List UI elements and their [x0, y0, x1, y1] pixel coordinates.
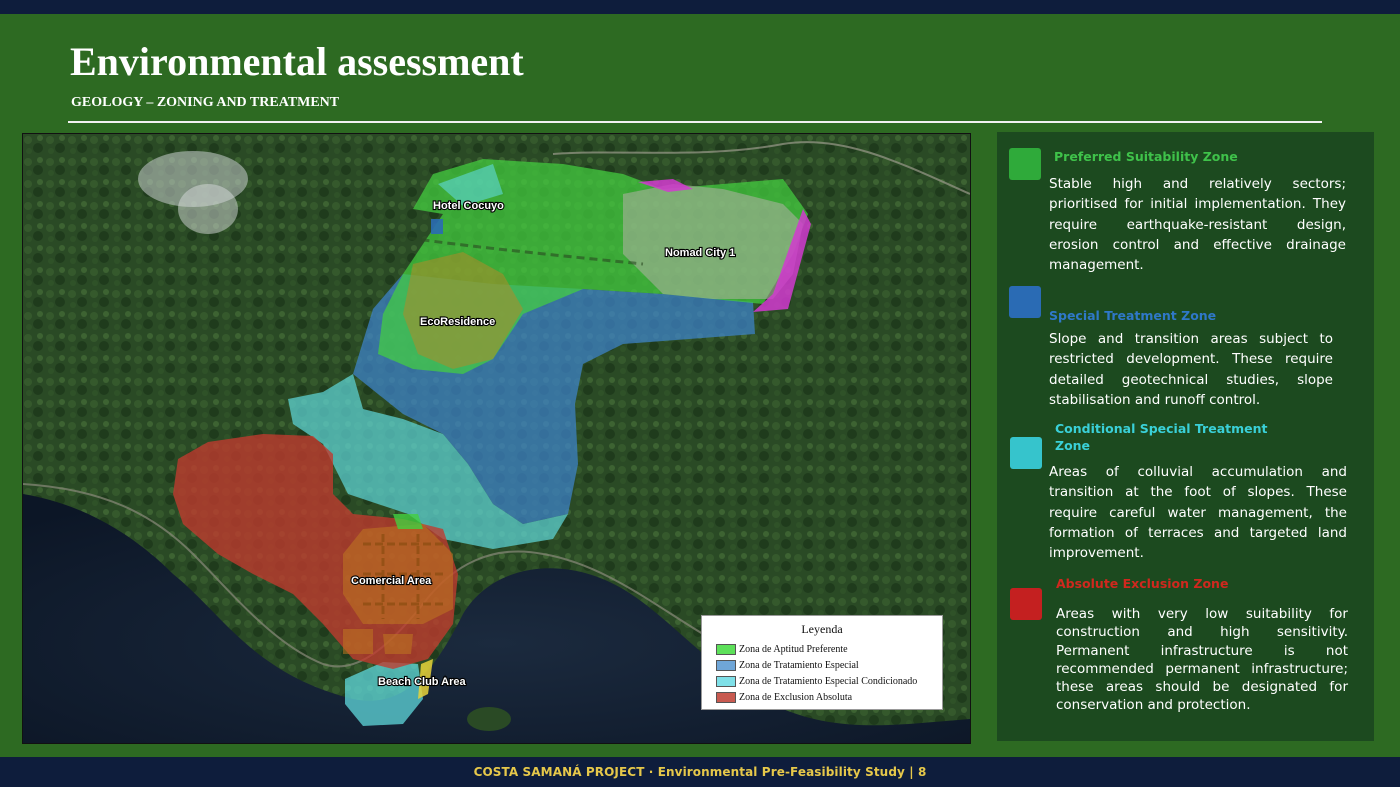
- zoning-map: Hotel Cocuyo Nomad City 1 EcoResidence C…: [22, 133, 971, 744]
- title-divider: [68, 121, 1322, 123]
- page-subtitle: GEOLOGY – ZONING AND TREATMENT: [71, 95, 340, 110]
- zone-title: Preferred Suitability Zone: [1054, 149, 1238, 164]
- zone-description: Stable high and relatively sectors; prio…: [1049, 176, 1346, 274]
- zone-swatch: [1009, 148, 1041, 180]
- legend-item: Zona de Tratamiento Especial: [702, 657, 942, 673]
- zone-description: Areas with very low suitability for cons…: [1056, 606, 1348, 714]
- map-legend: Leyenda Zona de Aptitud Preferente Zona …: [701, 615, 943, 710]
- legend-item: Zona de Exclusion Absoluta: [702, 689, 942, 705]
- zone-swatch: [1010, 437, 1042, 469]
- zone-title: Special Treatment Zone: [1049, 308, 1217, 323]
- zone-swatch: [1009, 286, 1041, 318]
- footer-text: COSTA SAMANÁ PROJECT · Environmental Pre…: [473, 765, 927, 779]
- zone-description-panel: Preferred Suitability Zone Stable high a…: [997, 132, 1374, 741]
- legend-item-label: Zona de Tratamiento Especial Condicionad…: [739, 675, 918, 687]
- legend-swatch: [716, 675, 736, 687]
- map-label-nomad: Nomad City 1: [665, 247, 735, 259]
- footer-bar: COSTA SAMANÁ PROJECT · Environmental Pre…: [0, 757, 1400, 787]
- legend-swatch: [716, 643, 736, 655]
- zone-description: Areas of colluvial accumulation and tran…: [1049, 464, 1347, 562]
- map-label-beach: Beach Club Area: [378, 676, 467, 688]
- legend-item-label: Zona de Tratamiento Especial: [739, 659, 859, 671]
- legend-item-label: Zona de Aptitud Preferente: [739, 643, 848, 655]
- top-bar: [0, 0, 1400, 14]
- zone-swatch: [1010, 588, 1042, 620]
- map-label-comercial: Comercial Area: [351, 575, 432, 587]
- page-title: Environmental assessment: [70, 39, 524, 84]
- zone-title: Absolute Exclusion Zone: [1056, 576, 1229, 591]
- legend-swatch: [716, 659, 736, 671]
- legend-item-label: Zona de Exclusion Absoluta: [739, 691, 853, 703]
- zone-title: Conditional Special Treatment Zone: [1055, 421, 1268, 453]
- map-label-eco: EcoResidence: [420, 316, 495, 328]
- map-label-hotel: Hotel Cocuyo: [433, 200, 504, 212]
- legend-item: Zona de Tratamiento Especial Condicionad…: [702, 673, 942, 689]
- legend-swatch: [716, 691, 736, 703]
- legend-title: Leyenda: [801, 622, 843, 636]
- legend-item: Zona de Aptitud Preferente: [702, 641, 942, 657]
- zone-description: Slope and transition areas subject to re…: [1049, 331, 1333, 408]
